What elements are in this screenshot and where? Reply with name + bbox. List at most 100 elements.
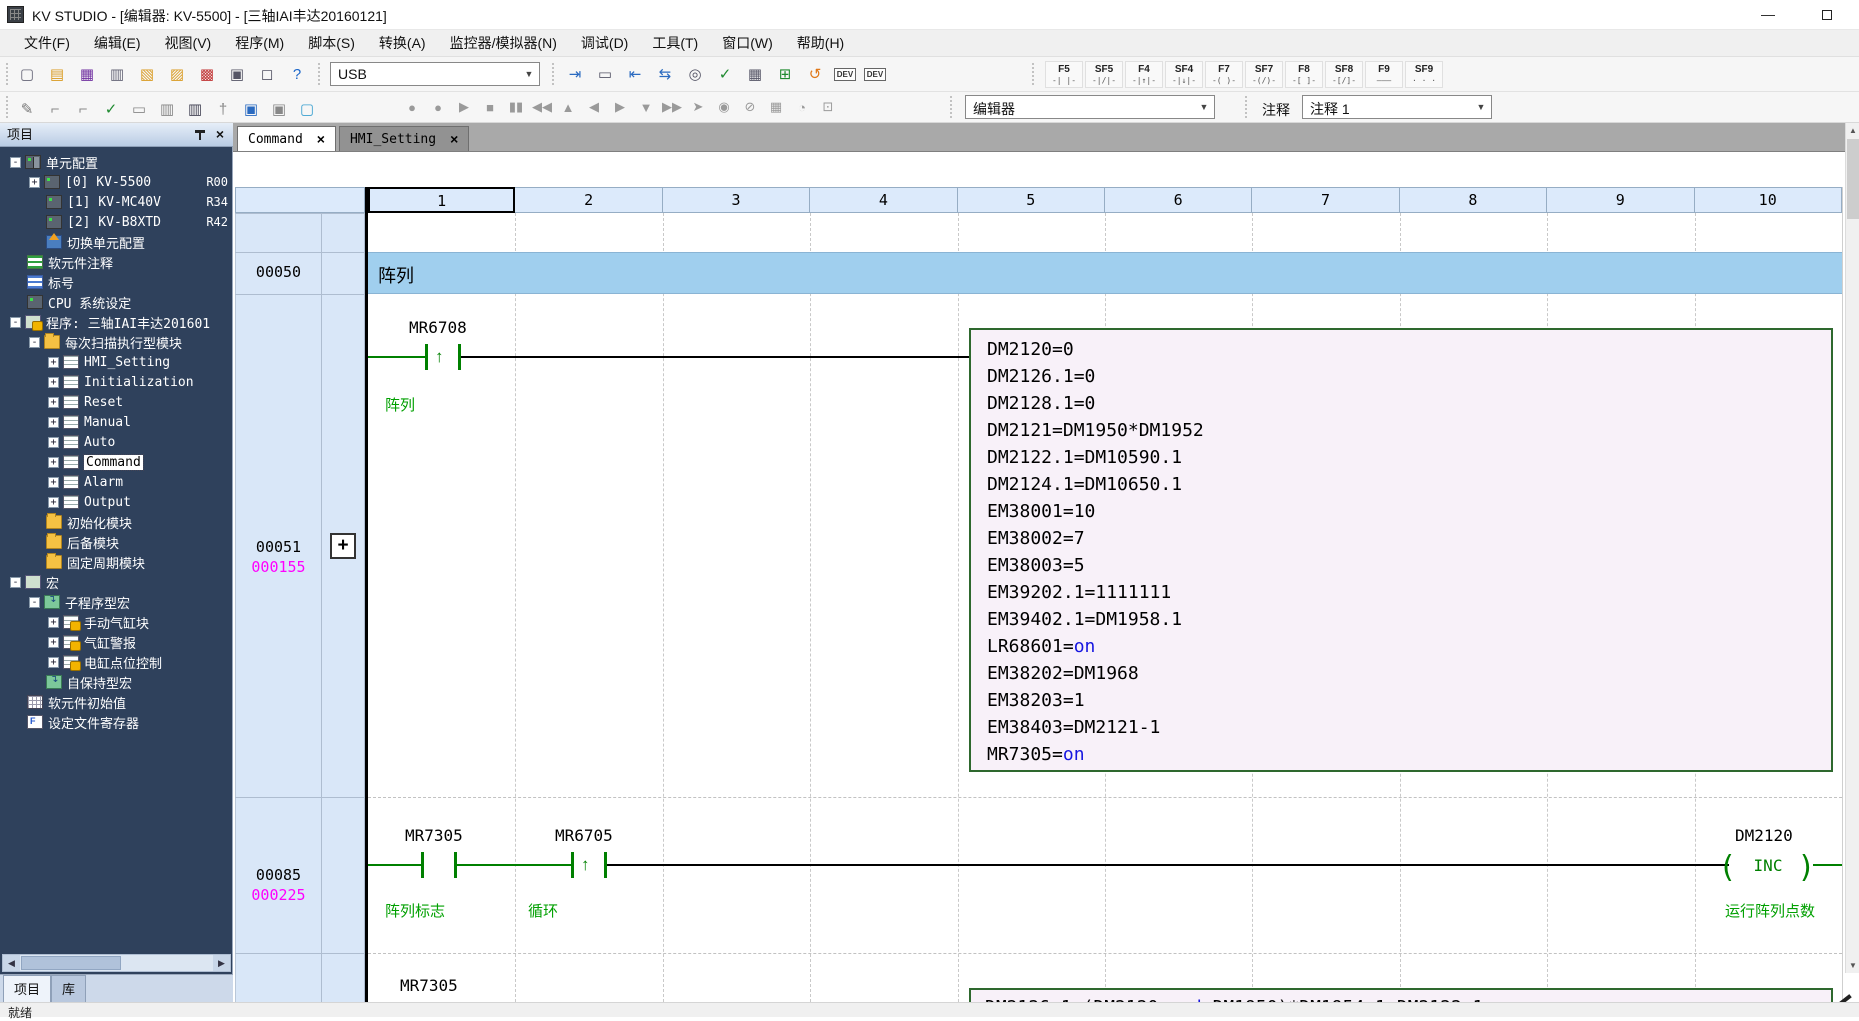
- rewind-icon[interactable]: ◀◀: [530, 96, 554, 118]
- menu-item-0[interactable]: 文件(F): [12, 30, 82, 56]
- tree-item-10[interactable]: +HMI_Setting: [0, 352, 233, 372]
- tree-item-23[interactable]: +手动气缸块: [0, 612, 233, 632]
- print-preview-icon[interactable]: ◻: [254, 61, 280, 87]
- contact-device[interactable]: MR6708: [409, 318, 467, 337]
- tab-close-icon[interactable]: ×: [450, 131, 458, 147]
- fnkey-f4[interactable]: F4-|↑|-: [1125, 61, 1163, 88]
- timer-icon[interactable]: ◔: [790, 96, 814, 118]
- menu-item-3[interactable]: 程序(M): [223, 30, 296, 56]
- mnemonic-icon[interactable]: ▭: [126, 96, 152, 122]
- column-header-10[interactable]: 10: [1695, 187, 1842, 213]
- expand-icon[interactable]: +: [48, 617, 59, 628]
- tree-item-1[interactable]: +[0] KV-5500R00: [0, 172, 233, 192]
- tree-item-9[interactable]: -每次扫描执行型模块: [0, 332, 233, 352]
- check-program-icon[interactable]: ✓: [712, 61, 738, 87]
- tree-item-15[interactable]: +Command: [0, 452, 233, 472]
- document-tab-0[interactable]: Command×: [237, 126, 336, 151]
- delete-project-icon[interactable]: ▩: [194, 61, 220, 87]
- step-down-icon[interactable]: ▼: [634, 96, 658, 118]
- jump-icon[interactable]: ➤: [686, 96, 710, 118]
- panel-tab-0[interactable]: 项目: [3, 975, 51, 1002]
- ladder-view-icon[interactable]: ▥: [154, 96, 180, 122]
- collapse-icon[interactable]: -: [29, 597, 40, 608]
- contact-device[interactable]: MR7305: [400, 976, 458, 995]
- expand-icon[interactable]: +: [48, 437, 59, 448]
- coil-device[interactable]: DM2120: [1735, 826, 1793, 845]
- maximize-button[interactable]: [1804, 0, 1850, 29]
- contact-device[interactable]: MR6705: [555, 826, 613, 845]
- scrollbar-thumb[interactable]: [1847, 139, 1859, 219]
- toolbar-grip[interactable]: [552, 63, 556, 85]
- save-project-icon[interactable]: ▥: [104, 61, 130, 87]
- tree-item-17[interactable]: +Output: [0, 492, 233, 512]
- scroll-up-icon[interactable]: ▲: [1846, 123, 1859, 138]
- device-comment-edit-icon[interactable]: ⌐: [42, 96, 68, 122]
- column-header-3[interactable]: 3: [663, 187, 810, 213]
- dev-window-icon[interactable]: DEV: [832, 61, 858, 87]
- save-transfer-icon[interactable]: ▨: [164, 61, 190, 87]
- toolbar-grip[interactable]: [1032, 63, 1036, 85]
- expand-icon[interactable]: +: [48, 377, 59, 388]
- fnkey-sf4[interactable]: SF4-|↓|-: [1165, 61, 1203, 88]
- tree-item-0[interactable]: -单元配置: [0, 152, 233, 172]
- toolbar-grip[interactable]: [318, 63, 322, 85]
- pause-hand-icon[interactable]: ⊘: [738, 96, 762, 118]
- expand-icon[interactable]: +: [48, 357, 59, 368]
- tree-item-27[interactable]: 软元件初始值: [0, 692, 233, 712]
- fnkey-f5[interactable]: F5-| |-: [1045, 61, 1083, 88]
- tree-item-5[interactable]: 软元件注释: [0, 252, 233, 272]
- read-from-plc-icon[interactable]: ▭: [592, 61, 618, 87]
- column-header-1[interactable]: 1: [368, 187, 515, 213]
- tree-item-18[interactable]: 初始化模块: [0, 512, 233, 532]
- open-transfer-icon[interactable]: ▧: [134, 61, 160, 87]
- dev-monitor-icon[interactable]: DEV: [862, 61, 888, 87]
- menu-item-4[interactable]: 脚本(S): [296, 30, 367, 56]
- fnkey-f8[interactable]: F8-[ ]-: [1285, 61, 1323, 88]
- device-usage-icon[interactable]: ▦: [742, 61, 768, 87]
- replace-device-icon[interactable]: ↺: [802, 61, 828, 87]
- menu-item-5[interactable]: 转换(A): [367, 30, 438, 56]
- transfer-monitor-icon[interactable]: ⇆: [652, 61, 678, 87]
- fast-forward-icon[interactable]: ▶▶: [660, 96, 684, 118]
- find-device-icon[interactable]: ◎: [682, 61, 708, 87]
- print-icon[interactable]: ▣: [224, 61, 250, 87]
- list-view-icon[interactable]: ▥: [182, 96, 208, 122]
- expand-icon[interactable]: +: [48, 417, 59, 428]
- connection-combobox[interactable]: USB ▼: [330, 62, 540, 86]
- tree-item-28[interactable]: 设定文件寄存器: [0, 712, 233, 732]
- delete-row-icon[interactable]: ▣: [266, 96, 292, 122]
- help-icon[interactable]: ?: [284, 61, 310, 87]
- expand-icon[interactable]: +: [48, 457, 59, 468]
- column-header-5[interactable]: 5: [958, 187, 1105, 213]
- tab-close-icon[interactable]: ×: [317, 131, 325, 147]
- edit-pencil-icon[interactable]: ✎: [14, 96, 40, 122]
- fnkey-sf5[interactable]: SF5-|/|-: [1085, 61, 1123, 88]
- expand-icon[interactable]: +: [29, 177, 40, 188]
- menu-item-7[interactable]: 调试(D): [569, 30, 640, 56]
- fnkey-sf8[interactable]: SF8-[/]-: [1325, 61, 1363, 88]
- counter-icon[interactable]: ⊡: [816, 96, 840, 118]
- record2-icon[interactable]: ●: [426, 96, 450, 118]
- script-statement-box[interactable]: DM2126.1=(DM2120 mod DM1950)*DM1954.1+DM…: [969, 988, 1833, 1002]
- pause-icon[interactable]: ▮▮: [504, 96, 528, 118]
- tree-item-8[interactable]: -程序: 三轴IAI丰达201601: [0, 312, 233, 332]
- menu-item-2[interactable]: 视图(V): [153, 30, 224, 56]
- coil-instruction[interactable]: INC: [1729, 856, 1807, 875]
- expand-icon[interactable]: +: [48, 637, 59, 648]
- select-mode-icon[interactable]: ▢: [294, 96, 320, 122]
- expand-icon[interactable]: +: [48, 477, 59, 488]
- editor-vscrollbar[interactable]: ▲ ▼: [1845, 123, 1859, 973]
- fnkey-sf9[interactable]: SF9· · ·: [1405, 61, 1443, 88]
- column-header-2[interactable]: 2: [515, 187, 662, 213]
- project-tree-hscrollbar[interactable]: ◀ ▶: [2, 954, 231, 972]
- menu-item-8[interactable]: 工具(T): [640, 30, 710, 56]
- menu-item-1[interactable]: 编辑(E): [82, 30, 153, 56]
- collapse-icon[interactable]: -: [10, 317, 21, 328]
- expand-icon[interactable]: +: [48, 397, 59, 408]
- tree-item-26[interactable]: 自保持型宏: [0, 672, 233, 692]
- new-file-icon[interactable]: ▢: [14, 61, 40, 87]
- column-header-6[interactable]: 6: [1105, 187, 1252, 213]
- verify-icon[interactable]: ⇤: [622, 61, 648, 87]
- document-tab-1[interactable]: HMI_Setting×: [339, 126, 469, 151]
- editor-mode-combobox[interactable]: 编辑器 ▼: [965, 95, 1215, 119]
